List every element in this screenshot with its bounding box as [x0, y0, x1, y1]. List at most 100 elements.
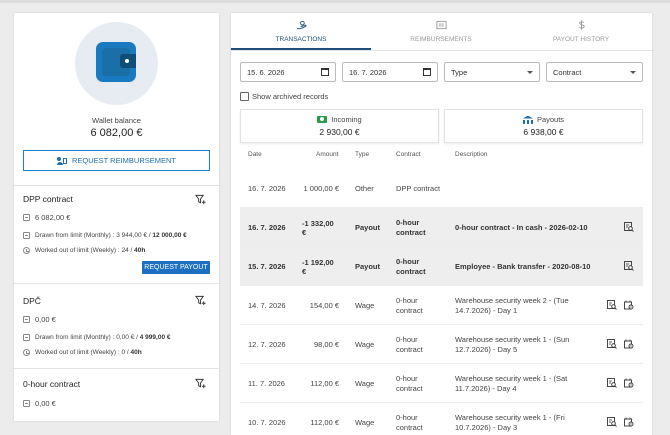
- row-contract: DPP contract: [396, 183, 441, 193]
- row-amount: 154,00 €: [309, 301, 339, 310]
- filter-add-icon[interactable]: [195, 194, 206, 205]
- tab-transactions[interactable]: Transactions: [231, 13, 371, 50]
- row-type: Payout: [355, 262, 381, 271]
- transactions-table: 16. 7. 2026 1 000,00 € Other DPP contract 16…: [240, 169, 643, 435]
- checkbox[interactable]: [240, 92, 249, 101]
- transactions-panel: Transactions Reimbursements Payout histo…: [231, 13, 652, 435]
- contract-drawn-limit: Drawn from limit (Monthly) : 3 944,00 € …: [23, 232, 187, 239]
- calendar-icon[interactable]: [321, 68, 329, 76]
- row-date: 10. 7. 2026: [248, 418, 286, 427]
- table-row[interactable]: 14. 7. 2026 154,00 € Wage 0-hour contract Wa…: [240, 286, 643, 325]
- cash-icon: [317, 116, 328, 123]
- clock-icon: [23, 349, 30, 356]
- incoming-card: Incoming 2 930,00 €: [240, 109, 439, 143]
- type-select[interactable]: Type: [444, 62, 540, 82]
- table-row[interactable]: 11. 7. 2026 112,00 € Wage 0-hour contract Wa…: [240, 364, 643, 403]
- show-archived-checkbox[interactable]: Show archived records: [240, 92, 328, 101]
- header-description: Description: [455, 151, 488, 158]
- calendar-icon[interactable]: [423, 68, 431, 76]
- receipt-search-icon[interactable]: [607, 417, 617, 427]
- row-date: 16. 7. 2026: [248, 184, 286, 193]
- shift-settings-icon[interactable]: [624, 417, 634, 427]
- date-to-field[interactable]: 16. 7. 2026: [342, 62, 438, 82]
- row-type: Wage: [355, 379, 375, 388]
- receipt-search-icon[interactable]: [607, 300, 617, 310]
- active-tab-indicator: [231, 48, 371, 50]
- cash-icon: [23, 316, 30, 323]
- receipt-search-icon[interactable]: [607, 339, 617, 349]
- receipt-search-icon[interactable]: [607, 378, 617, 388]
- row-type: Wage: [355, 418, 375, 427]
- cash-icon: [23, 232, 30, 239]
- request-reimbursement-label: Request reimbursement: [71, 156, 177, 165]
- divider: [14, 283, 219, 284]
- wallet-panel: Wallet balance 6 082,00 € Request reimbu…: [14, 13, 219, 421]
- receipt-search-icon[interactable]: [624, 261, 634, 271]
- shift-settings-icon[interactable]: [624, 378, 634, 388]
- receipt-search-icon[interactable]: [624, 222, 634, 232]
- row-date: 12. 7. 2026: [248, 340, 286, 349]
- contract-worked-limit: Worked out of limit (Weekly) : 24 / 40h: [23, 247, 145, 254]
- cash-icon: [23, 334, 30, 341]
- row-description: [455, 169, 595, 208]
- chevron-down-icon: [527, 70, 533, 74]
- user-receipt-icon: [56, 156, 67, 165]
- receipt-icon: [435, 20, 447, 30]
- cash-icon: [23, 400, 30, 407]
- row-contract: 0-hour contract: [396, 295, 423, 315]
- bank-icon: [522, 116, 533, 124]
- request-payout-button[interactable]: Request payout: [142, 261, 210, 274]
- table-row[interactable]: 16. 7. 2026 -1 332,00 € Payout 0-hour contr…: [240, 208, 643, 247]
- row-description: Warehouse security week 1 - (Sat 11.7.20…: [455, 373, 568, 393]
- row-date: 15. 7. 2026: [248, 262, 286, 271]
- header-type: Type: [355, 151, 370, 158]
- row-description: Warehouse security week 1 - (Sun 12.7.20…: [455, 334, 570, 354]
- wallet-avatar: [75, 22, 158, 105]
- row-description: Warehouse security week 2 - (Tue 14.7.20…: [455, 295, 569, 315]
- row-amount: 98,00 €: [313, 340, 339, 349]
- tabs-divider: [231, 50, 652, 51]
- wallet-balance-label: Wallet balance: [92, 116, 141, 125]
- row-amount: 1 000,00 €: [303, 184, 339, 193]
- contract-title-dpp: DPP contract: [23, 194, 73, 204]
- payouts-value: 6 938,00 €: [523, 127, 564, 137]
- table-row[interactable]: 12. 7. 2026 98,00 € Wage 0-hour contract War…: [240, 325, 643, 364]
- contract-balance: 0,00 €: [23, 399, 56, 408]
- shift-settings-icon[interactable]: [624, 300, 634, 310]
- contract-balance: 6 082,00 €: [23, 213, 70, 222]
- row-amount: -1 192,00 €: [302, 257, 334, 276]
- row-contract: 0-hour contract: [396, 256, 426, 276]
- shift-settings-icon[interactable]: [624, 339, 634, 349]
- contract-drawn-limit: Drawn from limit (Monthly) : 0,00 € / 4 …: [23, 334, 171, 341]
- header-amount: Amount: [316, 151, 339, 158]
- table-row[interactable]: 15. 7. 2026 -1 192,00 € Payout 0-hour contr…: [240, 247, 643, 286]
- row-type: Wage: [355, 340, 375, 349]
- contract-title-0-hour: 0-hour contract: [23, 379, 81, 389]
- row-type: Other: [355, 184, 374, 193]
- table-row[interactable]: 16. 7. 2026 1 000,00 € Other DPP contract: [240, 169, 643, 208]
- tab-reimbursements[interactable]: Reimbursements: [371, 13, 511, 50]
- filter-add-icon[interactable]: [195, 378, 206, 389]
- row-type: Wage: [355, 301, 375, 310]
- hand-coins-icon: [296, 20, 307, 30]
- incoming-value: 2 930,00 €: [319, 127, 360, 137]
- contract-worked-limit: Worked out of limit (Weekly) : 0 / 40h: [23, 349, 142, 356]
- divider: [14, 368, 219, 369]
- contract-balance: 0,00 €: [23, 315, 56, 324]
- row-amount: 112,00 €: [310, 379, 339, 388]
- contract-select[interactable]: Contract: [546, 62, 643, 82]
- request-reimbursement-button[interactable]: Request reimbursement: [23, 150, 210, 171]
- row-contract: 0-hour contract: [396, 217, 426, 237]
- contract-title-dpc: DPČ: [23, 296, 41, 306]
- row-contract: 0-hour contract: [396, 334, 423, 354]
- date-from-field[interactable]: 15. 6. 2026: [240, 62, 336, 82]
- filter-add-icon[interactable]: [195, 295, 206, 306]
- row-date: 11. 7. 2026: [248, 379, 285, 388]
- tab-payout-history[interactable]: Payout history: [511, 13, 651, 50]
- row-description: Employee - Bank transfer - 2020-08-10: [455, 261, 591, 271]
- row-contract: 0-hour contract: [396, 373, 423, 393]
- table-row[interactable]: 10. 7. 2026 112,00 € Wage 0-hour contract Wa…: [240, 403, 643, 435]
- row-date: 14. 7. 2026: [248, 301, 286, 310]
- divider: [14, 185, 219, 186]
- header-contract: Contract: [396, 151, 421, 158]
